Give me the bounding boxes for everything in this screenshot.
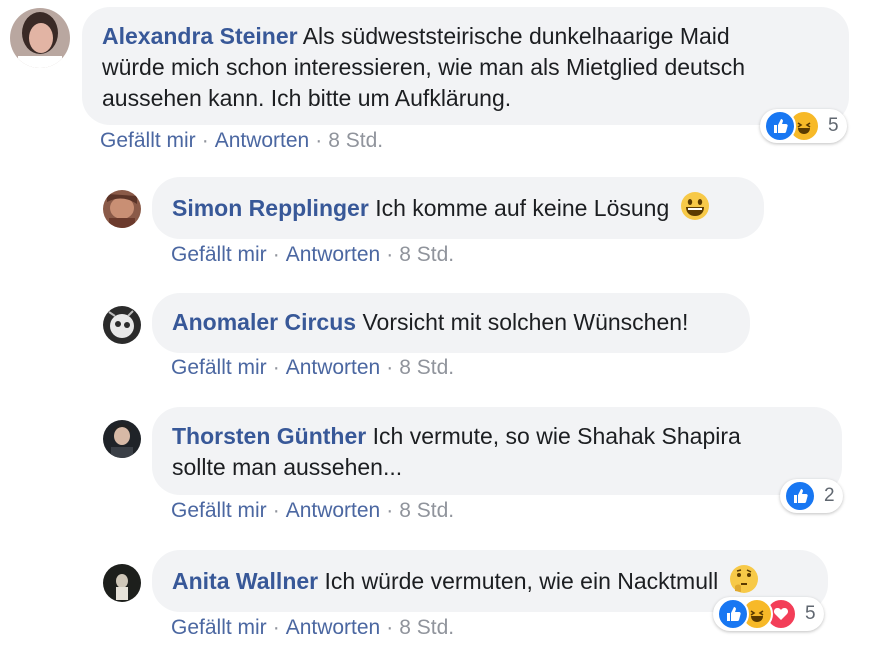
comment-actions: Gefällt mir · Antworten · 8 Std. <box>171 243 454 267</box>
comment-author[interactable]: Simon Repplinger <box>172 195 369 221</box>
comment-actions: Gefällt mir · Antworten · 8 Std. <box>100 129 383 153</box>
reply-button[interactable]: Antworten <box>286 356 381 379</box>
reaction-count: 2 <box>824 485 835 506</box>
comment-timestamp[interactable]: 8 Std. <box>399 243 454 266</box>
separator: · <box>201 129 209 152</box>
like-button[interactable]: Gefällt mir <box>171 356 267 379</box>
comment-text-line-1: Als südweststeirische dunkelhaarige Maid <box>302 23 730 49</box>
comment-actions: Gefällt mir · Antworten · 8 Std. <box>171 356 454 380</box>
like-button[interactable]: Gefällt mir <box>171 616 267 639</box>
reply-button[interactable]: Antworten <box>286 616 381 639</box>
reaction-summary[interactable]: 2 <box>780 479 843 513</box>
comment-timestamp[interactable]: 8 Std. <box>399 616 454 639</box>
like-button[interactable]: Gefällt mir <box>100 129 196 152</box>
avatar[interactable] <box>103 190 141 228</box>
separator: · <box>386 356 394 379</box>
comment-author[interactable]: Anomaler Circus <box>172 309 356 335</box>
comment-text-line-3: aussehen kann. Ich bitte um Aufklärung. <box>102 85 512 111</box>
comment-text-line-2: sollte man aussehen... <box>172 454 403 480</box>
reaction-count: 5 <box>805 603 816 624</box>
reply-button[interactable]: Antworten <box>215 129 310 152</box>
avatar[interactable] <box>10 8 70 68</box>
comment-actions: Gefällt mir · Antworten · 8 Std. <box>171 499 454 523</box>
separator: · <box>272 499 280 522</box>
separator: · <box>386 243 394 266</box>
separator: · <box>386 499 394 522</box>
comment-author[interactable]: Thorsten Günther <box>172 423 366 449</box>
avatar[interactable] <box>103 420 141 458</box>
like-button[interactable]: Gefällt mir <box>171 499 267 522</box>
grinning-face-icon <box>680 191 710 229</box>
reaction-summary[interactable]: 5 <box>713 597 824 631</box>
separator: · <box>272 356 280 379</box>
comment-author[interactable]: Anita Wallner <box>172 568 318 594</box>
comment-bubble: Alexandra Steiner Als südweststeirische … <box>82 7 849 125</box>
reaction-summary[interactable]: 5 <box>760 109 847 143</box>
comment-timestamp[interactable]: 8 Std. <box>399 499 454 522</box>
comment-text-line-2: würde mich schon interessieren, wie man … <box>102 54 746 80</box>
avatar[interactable] <box>103 564 141 602</box>
comment-author[interactable]: Alexandra Steiner <box>102 23 298 49</box>
separator: · <box>272 616 280 639</box>
comment-text: Vorsicht mit solchen Wünschen! <box>362 309 689 335</box>
comment-bubble: Anomaler Circus Vorsicht mit solchen Wün… <box>152 293 750 353</box>
like-icon <box>784 480 816 512</box>
separator: · <box>315 129 323 152</box>
comment-text: Ich komme auf keine Lösung <box>375 195 670 221</box>
like-icon <box>717 598 749 630</box>
comment-bubble: Simon Repplinger Ich komme auf keine Lös… <box>152 177 764 239</box>
comment-actions: Gefällt mir · Antworten · 8 Std. <box>171 616 454 640</box>
comment-timestamp[interactable]: 8 Std. <box>328 129 383 152</box>
reply-button[interactable]: Antworten <box>286 243 381 266</box>
like-icon <box>764 110 796 142</box>
comment-timestamp[interactable]: 8 Std. <box>399 356 454 379</box>
separator: · <box>386 616 394 639</box>
avatar[interactable] <box>103 306 141 344</box>
comment-text-line-1: Ich vermute, so wie Shahak Shapira <box>372 423 741 449</box>
reply-button[interactable]: Antworten <box>286 499 381 522</box>
reaction-count: 5 <box>828 115 839 136</box>
comment-text: Ich würde vermuten, wie ein Nacktmull <box>324 568 719 594</box>
comment-bubble: Thorsten Günther Ich vermute, so wie Sha… <box>152 407 842 495</box>
separator: · <box>272 243 280 266</box>
like-button[interactable]: Gefällt mir <box>171 243 267 266</box>
